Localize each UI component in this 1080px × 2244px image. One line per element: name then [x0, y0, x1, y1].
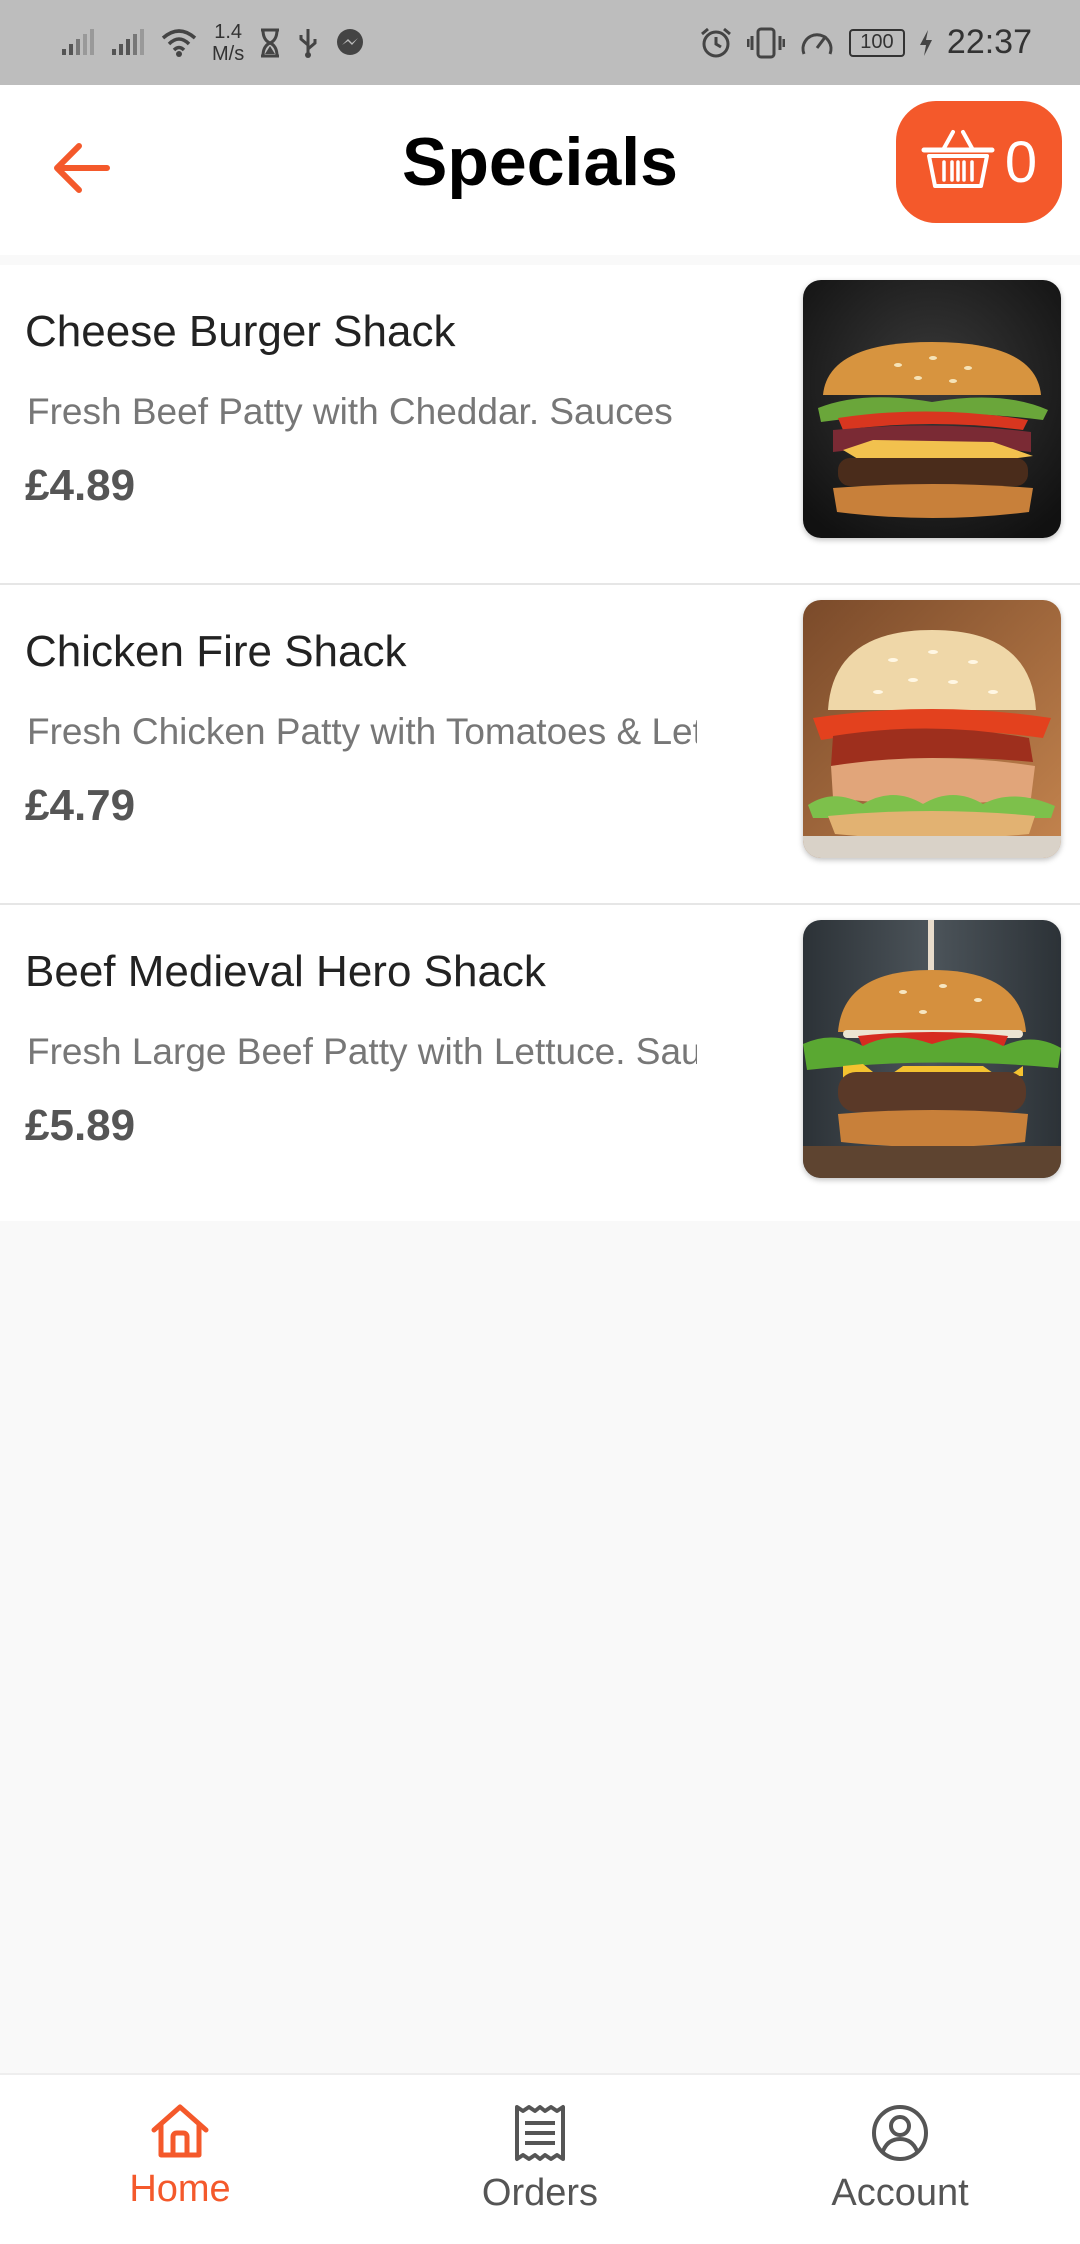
network-speed-value: 1.4: [214, 20, 243, 43]
item-description: Fresh Large Beef Patty with Lettuce. Sau…: [27, 1031, 697, 1072]
usb-icon: [296, 27, 320, 59]
cart-count: 0: [1004, 129, 1038, 195]
cart-button[interactable]: 0: [896, 101, 1062, 223]
item-description: Fresh Chicken Patty with Tomatoes & Lett…: [27, 711, 697, 752]
network-speed-unit: M/s: [212, 42, 245, 65]
battery-indicator: 100: [848, 28, 905, 57]
item-image[interactable]: [803, 600, 1061, 858]
battery-level: 100: [860, 31, 894, 53]
signal-icon-2: [110, 28, 146, 57]
nav-home[interactable]: Home: [0, 2075, 360, 2244]
list-item[interactable]: Beef Medieval Hero Shack Fresh Large Bee…: [0, 905, 1080, 1221]
item-image[interactable]: [803, 280, 1061, 538]
account-icon: [870, 2103, 930, 2168]
item-name: Cheese Burger Shack: [25, 307, 456, 356]
basket-icon: [921, 128, 995, 197]
status-bar-right: 100 22:37: [699, 23, 1032, 62]
clock-time: 22:37: [946, 23, 1032, 61]
item-name: Beef Medieval Hero Shack: [25, 947, 546, 996]
item-price: £4.89: [25, 461, 136, 510]
vibrate-icon: [746, 26, 785, 60]
status-bar-left: 1.4 M/s: [60, 21, 366, 65]
status-bar: 1.4 M/s 100 22:37: [0, 0, 1080, 85]
item-image[interactable]: [803, 920, 1061, 1178]
item-description: Fresh Beef Patty with Cheddar. Sauces: [27, 391, 673, 432]
nav-label-account: Account: [831, 2172, 969, 2214]
item-price: £5.89: [25, 1101, 136, 1150]
specials-list: Cheese Burger Shack Fresh Beef Patty wit…: [0, 265, 1080, 1221]
signal-icon: [60, 28, 96, 57]
network-speed: 1.4 M/s: [212, 21, 244, 65]
app-header: Specials 0: [0, 85, 1080, 255]
bottom-nav: Home Orders Account: [0, 2073, 1080, 2244]
nav-label-home: Home: [129, 2168, 231, 2210]
item-name: Chicken Fire Shack: [25, 627, 407, 676]
alarm-icon: [699, 26, 733, 60]
list-item[interactable]: Cheese Burger Shack Fresh Beef Patty wit…: [0, 265, 1080, 585]
wifi-icon: [160, 28, 198, 58]
item-price: £4.79: [25, 781, 136, 830]
home-icon: [149, 2103, 211, 2164]
list-item[interactable]: Chicken Fire Shack Fresh Chicken Patty w…: [0, 585, 1080, 905]
messenger-icon: [334, 27, 366, 59]
charging-icon: [919, 29, 933, 57]
nav-label-orders: Orders: [481, 2172, 599, 2214]
receipt-icon: [511, 2103, 569, 2168]
hourglass-icon: [258, 28, 282, 58]
nav-account[interactable]: Account: [720, 2075, 1080, 2244]
nav-orders[interactable]: Orders: [360, 2075, 720, 2244]
speedometer-icon: [799, 26, 835, 60]
